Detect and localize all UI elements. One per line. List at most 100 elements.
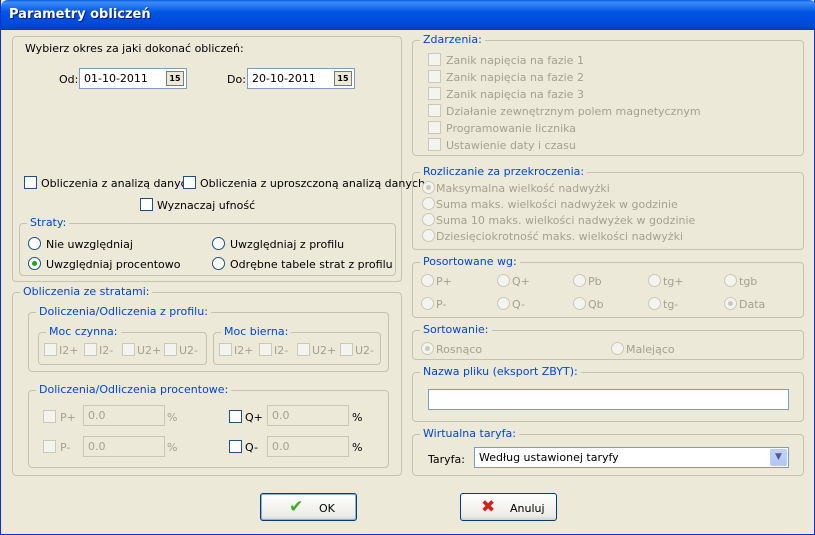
period-heading: Wybierz okres za jaki dokonać obliczeń: [25, 42, 244, 55]
sort-q-minus-label: Q- [512, 298, 525, 311]
overrun-radio-2[interactable] [422, 197, 435, 210]
chevron-down-icon[interactable]: ▼ [770, 449, 787, 466]
from-date-field[interactable]: 01-10-2011 15 [79, 68, 187, 89]
overrun-radio-3[interactable] [422, 213, 435, 226]
p-minus-input[interactable]: 0.0 [83, 436, 165, 457]
p-minus-percent: % [167, 441, 178, 454]
event-checkbox-6[interactable] [428, 138, 441, 151]
losses-from-profile-radio[interactable] [212, 237, 225, 250]
filename-legend: Nazwa pliku (eksport ZBYT): [420, 365, 581, 378]
p-minus-checkbox[interactable] [43, 440, 56, 453]
analysis-label[interactable]: Obliczenia z analizą danych [41, 177, 194, 190]
sort-pb-radio[interactable] [573, 274, 586, 287]
q-plus-input[interactable]: 0.0 [267, 405, 349, 426]
active-i2plus-checkbox[interactable] [44, 343, 57, 356]
event-label-3: Zanik napięcia na fazie 3 [446, 88, 584, 101]
sort-tgb-label: tgb [739, 275, 758, 288]
calendar-icon[interactable]: 15 [334, 71, 352, 86]
percent-legend: Doliczenia/Odliczenia procentowe: [36, 383, 232, 396]
reactive-i2plus-checkbox[interactable] [219, 343, 232, 356]
p-plus-input[interactable]: 0.0 [83, 405, 165, 426]
sort-tg-minus-radio[interactable] [648, 297, 661, 310]
event-label-2: Zanik napięcia na fazie 2 [446, 71, 584, 84]
title-bar[interactable]: Parametry obliczeń [1, 0, 815, 30]
q-minus-percent: % [352, 441, 363, 454]
to-label: Do: [227, 73, 246, 86]
p-plus-label: P+ [60, 411, 76, 424]
active-u2plus-checkbox[interactable] [122, 343, 135, 356]
filename-input[interactable] [428, 389, 789, 410]
dialog-window: Parametry obliczeń Wybierz okres za jaki… [0, 0, 815, 535]
losses-legend: Straty: [27, 216, 70, 229]
q-minus-label[interactable]: Q- [245, 441, 258, 454]
overruns-legend: Rozliczanie za przekroczenia: [420, 165, 588, 178]
overrun-label-4: Dziesięciokrotność maks. wielkości nadwy… [436, 230, 683, 243]
q-minus-checkbox[interactable] [229, 440, 242, 453]
losses-not-include-label[interactable]: Nie uwzględniaj [46, 238, 133, 251]
reactive-power-legend: Moc bierna: [221, 325, 292, 338]
calendar-icon[interactable]: 15 [166, 71, 184, 86]
uncertainty-checkbox[interactable] [140, 198, 153, 211]
losses-percent-label[interactable]: Uwzględniaj procentowo [46, 258, 180, 271]
reactive-i2minus-checkbox[interactable] [259, 343, 272, 356]
sort-p-minus-radio[interactable] [421, 297, 434, 310]
reactive-u2plus-checkbox[interactable] [297, 343, 310, 356]
losses-from-profile-label[interactable]: Uwzględniaj z profilu [230, 238, 344, 251]
sort-qb-radio[interactable] [573, 297, 586, 310]
sort-data-radio[interactable] [724, 297, 737, 310]
sort-q-plus-radio[interactable] [497, 274, 510, 287]
overrun-label-1: Maksymalna wielkość nadwyżki [436, 182, 610, 195]
event-checkbox-2[interactable] [428, 70, 441, 83]
tariff-select[interactable]: Według ustawionej taryfy ▼ [474, 447, 789, 468]
to-date-field[interactable]: 20-10-2011 15 [247, 68, 355, 89]
event-checkbox-3[interactable] [428, 87, 441, 100]
q-plus-label[interactable]: Q+ [245, 411, 263, 424]
active-u2plus-label: U2+ [137, 344, 162, 357]
close-icon: ✖ [481, 497, 496, 517]
sort-data-label: Data [739, 298, 766, 311]
reactive-u2minus-checkbox[interactable] [340, 343, 353, 356]
event-checkbox-1[interactable] [428, 53, 441, 66]
q-plus-checkbox[interactable] [229, 410, 242, 423]
p-plus-checkbox[interactable] [43, 410, 56, 423]
losses-separate-tables-radio[interactable] [212, 257, 225, 270]
losses-not-include-radio[interactable] [28, 237, 41, 250]
overrun-radio-1[interactable] [422, 181, 435, 194]
overrun-label-2: Suma maks. wielkości nadwyżek w godzinie [436, 198, 678, 211]
checkmark-icon: ✔ [289, 497, 304, 517]
losses-separate-tables-label[interactable]: Odrębne tabele strat z profilu [230, 258, 393, 271]
sort-by-legend: Posortowane wg: [420, 255, 520, 268]
sort-p-plus-label: P+ [436, 275, 452, 288]
p-plus-percent: % [167, 411, 178, 424]
profile-legend: Doliczenia/Odliczenia z profilu: [36, 305, 211, 318]
event-label-6: Ustawienie daty i czasu [446, 139, 576, 152]
sort-desc-radio[interactable] [611, 342, 624, 355]
sort-q-minus-radio[interactable] [497, 297, 510, 310]
overrun-radio-4[interactable] [422, 229, 435, 242]
sort-tgb-radio[interactable] [724, 274, 737, 287]
sort-asc-label: Rosnąco [436, 343, 483, 356]
q-minus-input[interactable]: 0.0 [267, 436, 349, 457]
uncertainty-label[interactable]: Wyznaczaj ufność [157, 199, 255, 212]
analysis-checkbox[interactable] [24, 176, 37, 189]
sort-asc-radio[interactable] [421, 342, 434, 355]
active-i2plus-label: I2+ [59, 344, 79, 357]
q-plus-percent: % [352, 411, 363, 424]
event-label-5: Programowanie licznika [446, 122, 577, 135]
active-u2minus-checkbox[interactable] [164, 343, 177, 356]
simplified-analysis-label[interactable]: Obliczenia z uproszczoną analizą danych [200, 177, 425, 190]
ok-button[interactable]: ✔ OK [260, 493, 357, 521]
cancel-button[interactable]: ✖ Anuluj [460, 493, 557, 521]
sort-p-plus-radio[interactable] [421, 274, 434, 287]
event-checkbox-5[interactable] [428, 121, 441, 134]
radio-selected-dot [32, 261, 37, 266]
sorting-legend: Sortowanie: [420, 323, 492, 336]
losses-percent-radio[interactable] [28, 257, 41, 270]
event-checkbox-4[interactable] [428, 104, 441, 117]
radio-selected-dot [426, 185, 431, 190]
simplified-analysis-checkbox[interactable] [183, 176, 196, 189]
reactive-u2plus-label: U2+ [312, 344, 337, 357]
active-i2minus-checkbox[interactable] [84, 343, 97, 356]
sort-tg-plus-radio[interactable] [648, 274, 661, 287]
active-i2minus-label: I2- [99, 344, 114, 357]
